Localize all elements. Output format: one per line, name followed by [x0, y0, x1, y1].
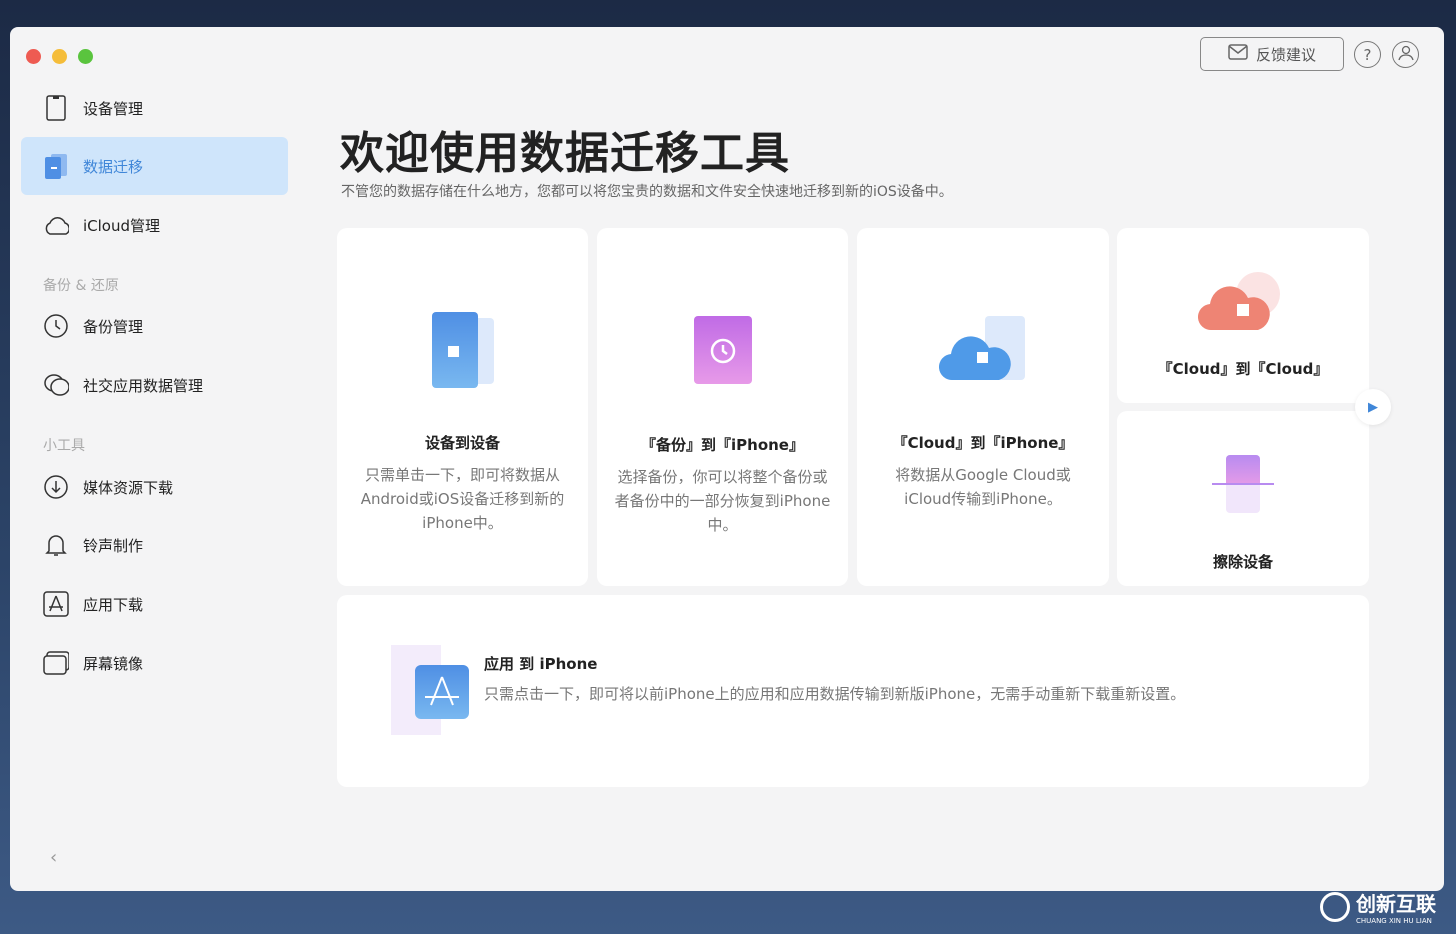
card-desc: 只需单击一下，即可将数据从Android或iOS设备迁移到新的iPhone中。 — [360, 466, 565, 532]
mirror-icon — [43, 650, 69, 676]
sidebar-item-ringtone[interactable]: 铃声制作 — [21, 516, 288, 574]
card-title: 应用 到 iPhone — [484, 655, 598, 673]
card-cloud-to-iphone[interactable]: 『Cloud』到『iPhone』 将数据从Google Cloud或iCloud… — [857, 228, 1109, 586]
watermark-sub: CHUANG XIN HU LIAN — [1356, 917, 1432, 925]
account-button[interactable] — [1392, 41, 1419, 68]
card-title: 擦除设备 — [1212, 553, 1273, 571]
phone-icon — [43, 95, 69, 121]
watermark-logo-icon — [1320, 891, 1350, 922]
section-heading-backup: 备份 & 还原 — [43, 278, 119, 294]
cloud-icon — [43, 212, 69, 238]
sidebar-item-media-download[interactable]: 媒体资源下载 — [21, 458, 288, 516]
erase-device-icon — [1212, 455, 1274, 515]
sidebar-item-label: 屏幕镜像 — [83, 654, 144, 673]
page-subtitle: 不管您的数据存储在什么地方，您都可以将您宝贵的数据和文件安全快速地迁移到新的iO… — [341, 184, 953, 200]
sidebar-item-icloud[interactable]: iCloud管理 — [21, 196, 288, 254]
card-cloud-to-cloud[interactable]: 『Cloud』到『Cloud』 — [1117, 228, 1369, 403]
cloud-to-cloud-icon — [1197, 268, 1288, 334]
sidebar-item-label: 社交应用数据管理 — [83, 376, 204, 395]
sidebar-item-app-download[interactable]: 应用下载 — [21, 575, 288, 633]
sidebar-item-backup[interactable]: 备份管理 — [21, 297, 288, 355]
feedback-label: 反馈建议 — [1255, 45, 1316, 64]
sidebar-item-label: 铃声制作 — [83, 536, 144, 555]
page-title: 欢迎使用数据迁移工具 — [340, 128, 790, 179]
sidebar-item-screen-mirror[interactable]: 屏幕镜像 — [21, 634, 288, 692]
appstore-large-icon — [415, 665, 469, 719]
card-backup-to-iphone[interactable]: 『备份』到『iPhone』 选择备份，你可以将整个备份或者备份中的一部分恢复到i… — [597, 228, 848, 586]
sidebar-item-label: 备份管理 — [83, 317, 144, 336]
mail-icon — [1228, 44, 1248, 64]
app-window: 设备管理 数据迁移 iCloud管理 备份 & 还原 备份管理 社交应用数据管理… — [10, 27, 1444, 891]
card-title: 『Cloud』到『Cloud』 — [1157, 360, 1329, 378]
sidebar-item-label: 数据迁移 — [83, 157, 144, 176]
bell-icon — [43, 532, 69, 558]
sidebar-item-data-transfer[interactable]: 数据迁移 — [21, 137, 288, 195]
backup-restore-icon — [693, 316, 752, 384]
sidebar-item-label: 设备管理 — [83, 99, 144, 118]
card-device-to-device[interactable]: 设备到设备 只需单击一下，即可将数据从Android或iOS设备迁移到新的iPh… — [337, 228, 588, 586]
chat-icon — [43, 372, 69, 398]
sidebar-item-label: 媒体资源下载 — [83, 478, 174, 497]
sidebar: 设备管理 数据迁移 iCloud管理 备份 & 还原 备份管理 社交应用数据管理… — [10, 27, 300, 891]
sidebar-item-social[interactable]: 社交应用数据管理 — [21, 356, 288, 414]
feedback-button[interactable]: 反馈建议 — [1200, 37, 1344, 71]
watermark-text: 创新互联 — [1356, 892, 1436, 916]
device-transfer-icon — [428, 312, 498, 388]
download-icon — [43, 474, 69, 500]
sidebar-item-label: 应用下载 — [83, 595, 144, 614]
user-icon — [1397, 45, 1414, 65]
sidebar-item-label: iCloud管理 — [83, 216, 161, 235]
card-title: 『备份』到『iPhone』 — [641, 436, 804, 454]
card-app-to-iphone[interactable]: 应用 到 iPhone 只需点击一下，即可将以前iPhone上的应用和应用数据传… — [337, 595, 1369, 787]
help-icon: ? — [1363, 45, 1372, 64]
card-title: 『Cloud』到『iPhone』 — [892, 434, 1074, 452]
collapse-sidebar-button[interactable]: ‹ — [50, 847, 57, 868]
card-desc: 选择备份，你可以将整个备份或者备份中的一部分恢复到iPhone中。 — [614, 468, 831, 534]
card-desc: 将数据从Google Cloud或iCloud传输到iPhone。 — [895, 466, 1071, 508]
card-erase-device[interactable]: 擦除设备 — [1117, 411, 1369, 586]
next-page-button[interactable]: ▶ — [1355, 389, 1391, 425]
transfer-icon — [43, 153, 69, 179]
section-heading-tools: 小工具 — [43, 438, 85, 454]
history-icon — [43, 313, 69, 339]
help-button[interactable]: ? — [1354, 41, 1381, 68]
cloud-to-phone-icon — [939, 316, 1027, 384]
appstore-icon — [43, 591, 69, 617]
play-arrow-icon: ▶ — [1368, 399, 1378, 415]
card-desc: 只需点击一下，即可将以前iPhone上的应用和应用数据传输到新版iPhone，无… — [484, 685, 1186, 703]
sidebar-item-device-management[interactable]: 设备管理 — [21, 79, 288, 137]
watermark: 创新互联 CHUANG XIN HU LIAN — [1320, 888, 1436, 925]
card-title: 设备到设备 — [424, 434, 500, 452]
